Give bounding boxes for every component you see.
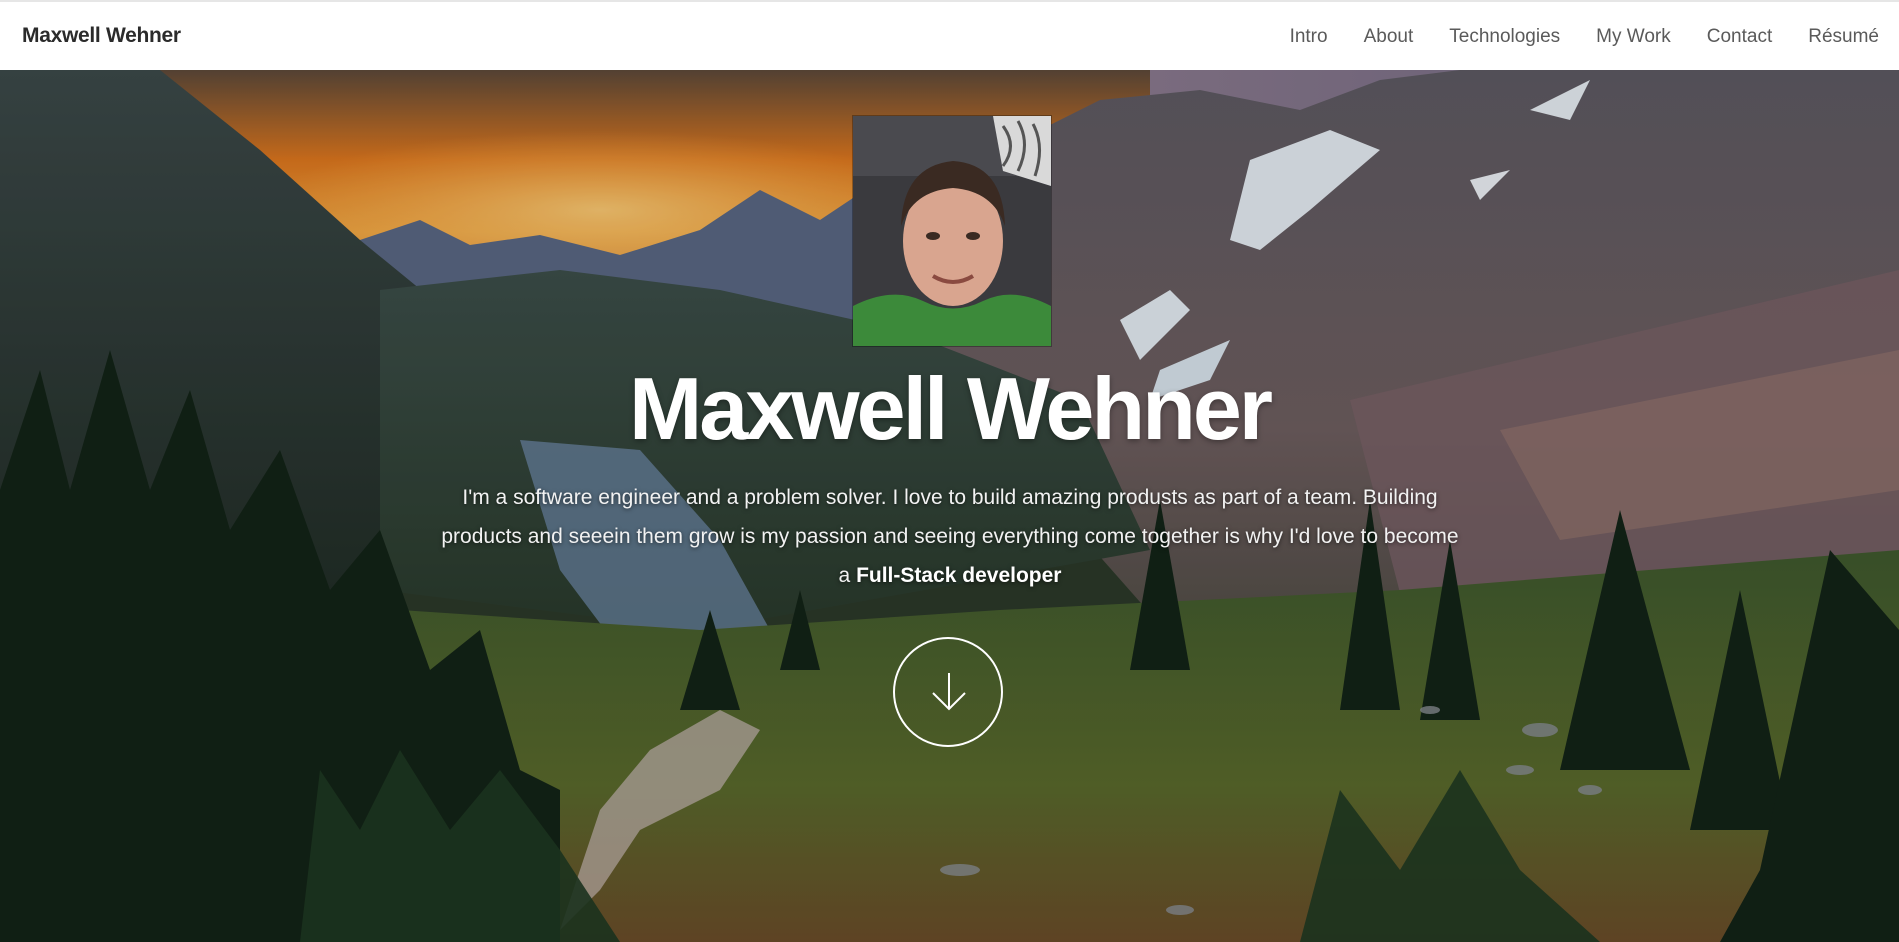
profile-photo bbox=[852, 115, 1052, 347]
scroll-down-button[interactable] bbox=[893, 637, 1003, 747]
hero-intro-text: I'm a software engineer and a problem so… bbox=[440, 478, 1460, 595]
arrow-down-icon bbox=[932, 673, 966, 711]
hero-title: Maxwell Wehner bbox=[628, 359, 1273, 458]
nav-link-technologies[interactable]: Technologies bbox=[1449, 26, 1560, 48]
nav-link-about[interactable]: About bbox=[1364, 26, 1414, 48]
page: Maxwell Wehner Intro About Technologies … bbox=[0, 0, 1899, 942]
nav-link-contact[interactable]: Contact bbox=[1707, 26, 1772, 48]
nav-link-resume[interactable]: Résumé bbox=[1808, 26, 1879, 48]
nav-link-intro[interactable]: Intro bbox=[1290, 26, 1328, 48]
brand-link[interactable]: Maxwell Wehner bbox=[22, 24, 181, 48]
hero-intro-emphasis: Full-Stack developer bbox=[856, 564, 1062, 587]
top-navbar: Maxwell Wehner Intro About Technologies … bbox=[0, 0, 1899, 70]
nav-link-my-work[interactable]: My Work bbox=[1596, 26, 1671, 48]
nav-links: Intro About Technologies My Work Contact… bbox=[1254, 26, 1879, 48]
